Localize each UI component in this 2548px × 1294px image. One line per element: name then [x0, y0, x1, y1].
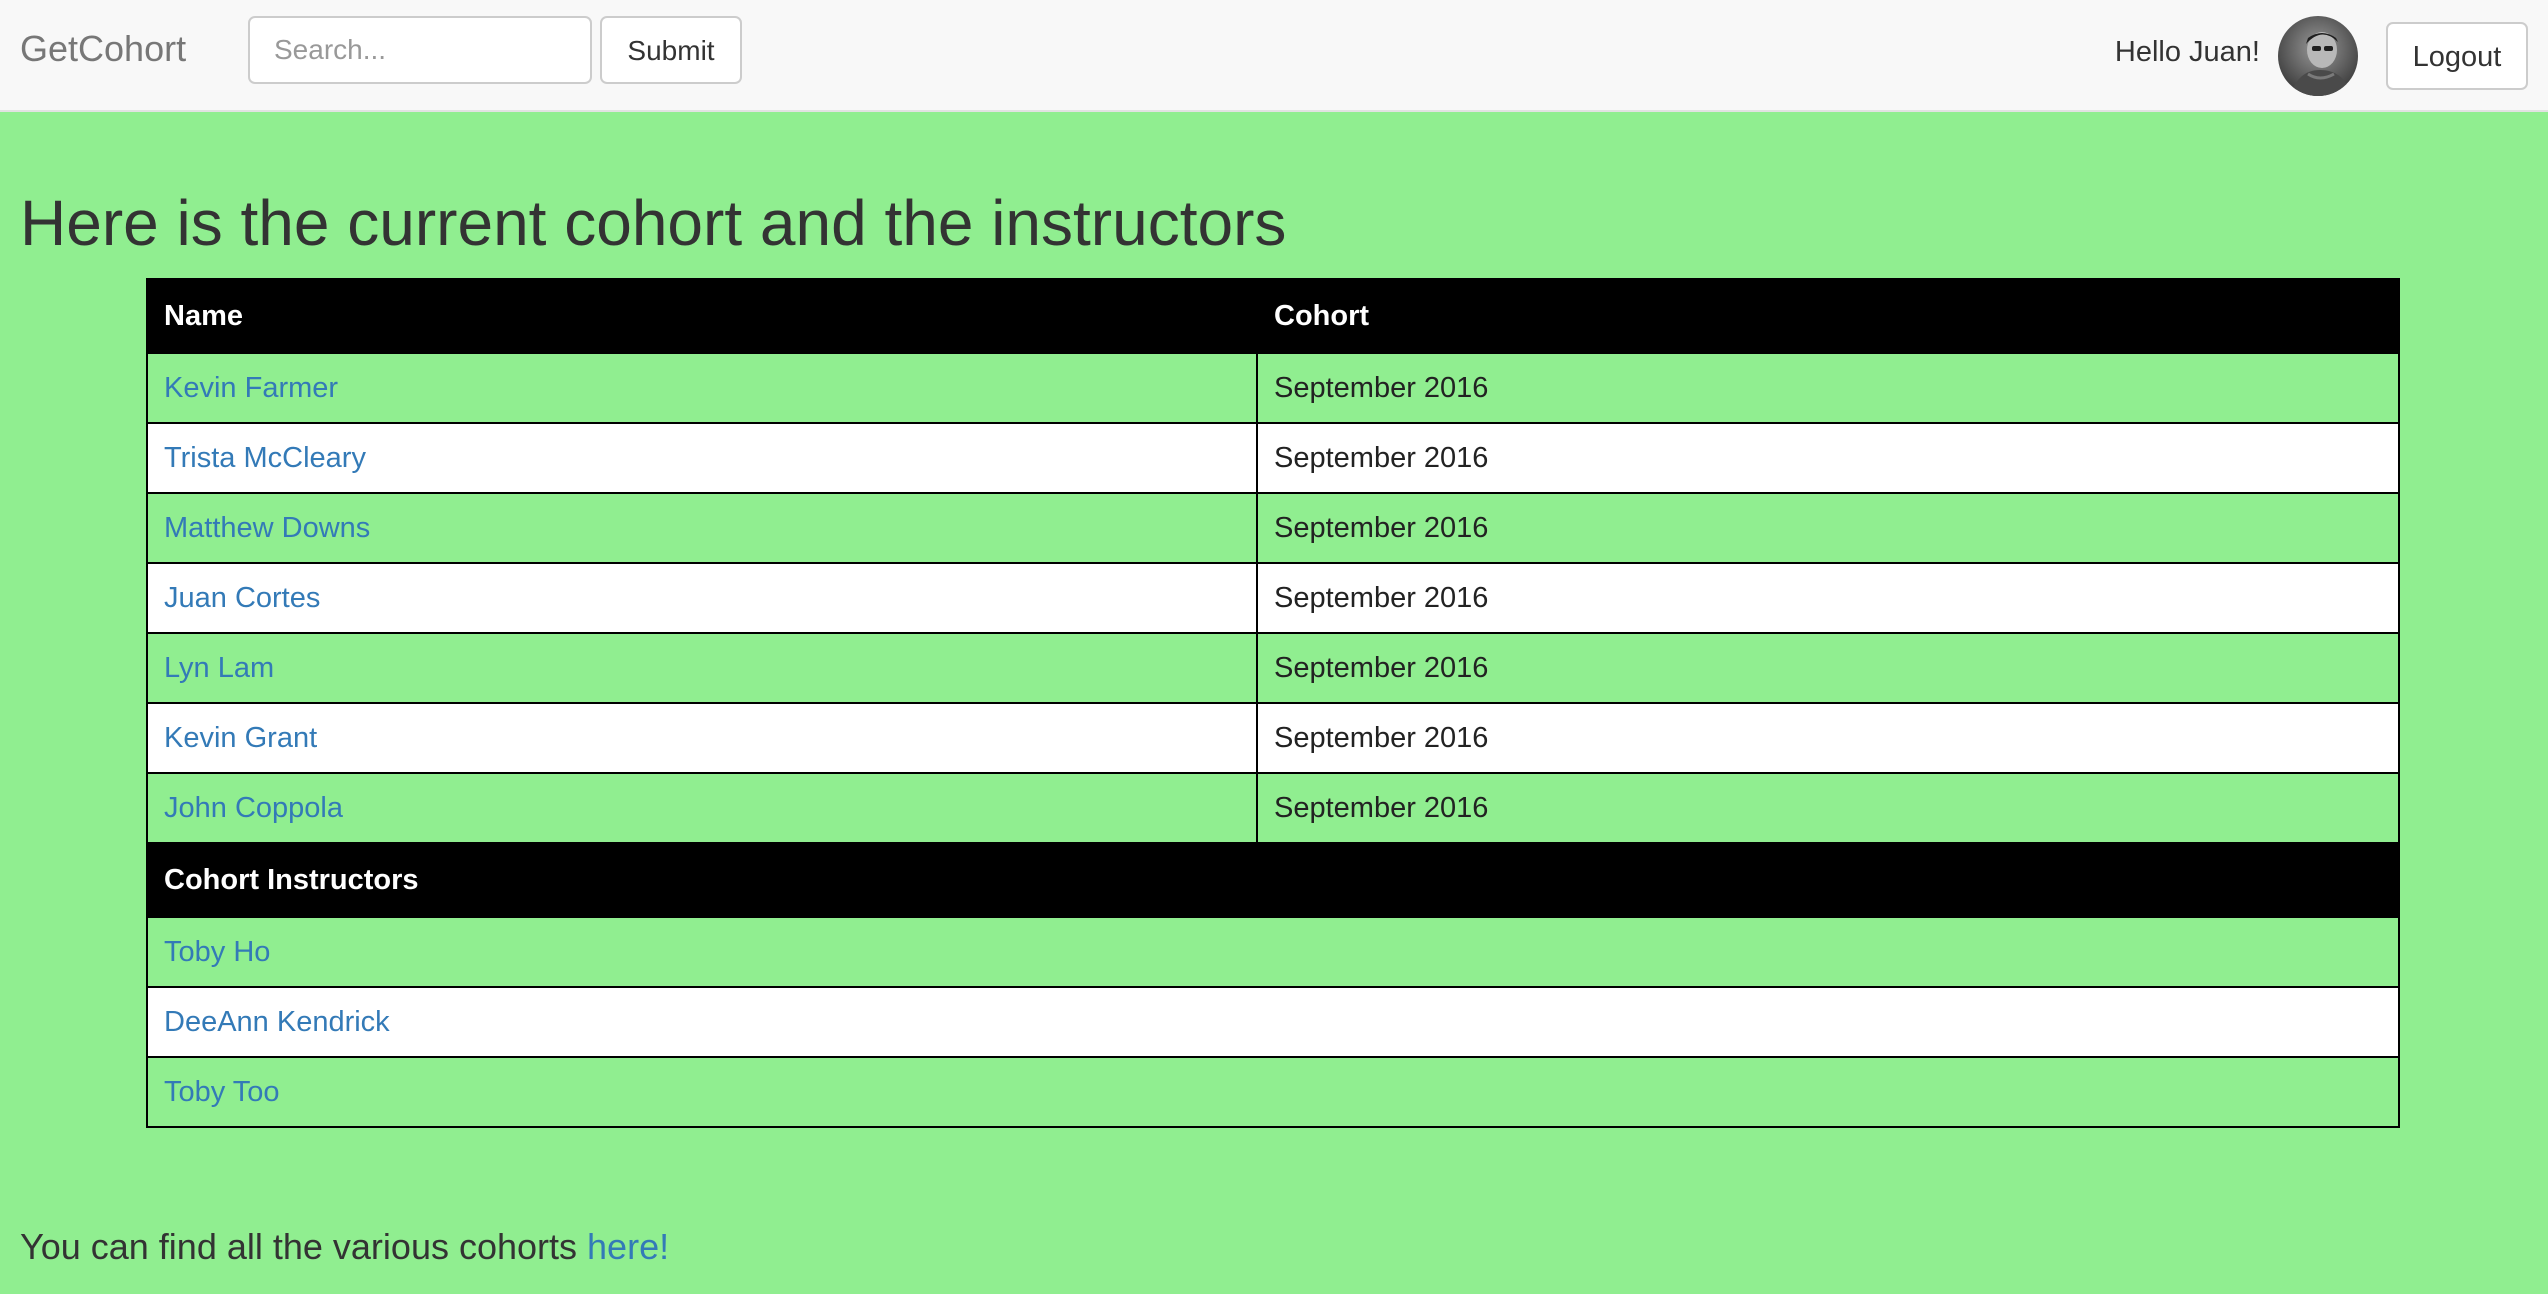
table-row: Kevin Grant September 2016: [146, 702, 2400, 774]
user-avatar: [2278, 16, 2358, 96]
student-name-cell: Juan Cortes: [146, 562, 1258, 634]
student-link[interactable]: Juan Cortes: [164, 582, 320, 614]
student-link[interactable]: Matthew Downs: [164, 512, 370, 544]
student-name-cell: Matthew Downs: [146, 492, 1258, 564]
instructor-link[interactable]: Toby Ho: [164, 936, 270, 968]
student-link[interactable]: Kevin Grant: [164, 722, 317, 754]
instructor-row: DeeAnn Kendrick: [146, 986, 2400, 1058]
avatar-photo-icon: [2278, 16, 2358, 96]
cohort-cell: September 2016: [1256, 632, 2400, 704]
instructor-row: Toby Too: [146, 1056, 2400, 1128]
footer-message: You can find all the various cohorts her…: [20, 1226, 669, 1268]
brand-link[interactable]: GetCohort: [20, 28, 186, 70]
instructor-cell: Toby Too: [146, 1056, 2400, 1128]
cohort-column-header: Cohort: [1256, 278, 2400, 354]
student-link[interactable]: Lyn Lam: [164, 652, 274, 684]
table-row: Matthew Downs September 2016: [146, 492, 2400, 564]
page-title: Here is the current cohort and the instr…: [20, 187, 1287, 259]
instructors-header: Cohort Instructors: [146, 842, 2400, 918]
cohort-table-container: Name Cohort Kevin Farmer September 2016 …: [146, 278, 2400, 1128]
table-row: Trista McCleary September 2016: [146, 422, 2400, 494]
student-name-cell: Trista McCleary: [146, 422, 1258, 494]
cohort-cell: September 2016: [1256, 492, 2400, 564]
navbar: GetCohort Submit Hello Juan! Logout: [0, 0, 2548, 112]
all-cohorts-link[interactable]: here!: [587, 1226, 669, 1267]
instructor-row: Toby Ho: [146, 916, 2400, 988]
student-name-cell: John Coppola: [146, 772, 1258, 844]
student-link[interactable]: John Coppola: [164, 792, 343, 824]
table-row: Lyn Lam September 2016: [146, 632, 2400, 704]
name-column-header: Name: [146, 278, 1258, 354]
cohort-cell: September 2016: [1256, 562, 2400, 634]
cohort-cell: September 2016: [1256, 772, 2400, 844]
cohort-table: Name Cohort Kevin Farmer September 2016 …: [146, 278, 2400, 1128]
logout-button[interactable]: Logout: [2386, 22, 2528, 90]
greeting-text: Hello Juan!: [2114, 36, 2260, 68]
student-name-cell: Kevin Farmer: [146, 352, 1258, 424]
footer-message-text: You can find all the various cohorts: [20, 1226, 588, 1267]
instructor-cell: Toby Ho: [146, 916, 2400, 988]
student-link[interactable]: Trista McCleary: [164, 442, 366, 474]
table-header-row: Name Cohort: [146, 278, 2400, 354]
instructor-link[interactable]: Toby Too: [164, 1076, 280, 1108]
table-row: Kevin Farmer September 2016: [146, 352, 2400, 424]
instructors-header-row: Cohort Instructors: [146, 842, 2400, 918]
table-row: John Coppola September 2016: [146, 772, 2400, 844]
submit-button[interactable]: Submit: [600, 16, 742, 84]
search-input[interactable]: [248, 16, 592, 84]
cohort-cell: September 2016: [1256, 422, 2400, 494]
student-link[interactable]: Kevin Farmer: [164, 372, 338, 404]
student-name-cell: Kevin Grant: [146, 702, 1258, 774]
instructor-cell: DeeAnn Kendrick: [146, 986, 2400, 1058]
cohort-cell: September 2016: [1256, 702, 2400, 774]
instructor-link[interactable]: DeeAnn Kendrick: [164, 1006, 390, 1038]
cohort-cell: September 2016: [1256, 352, 2400, 424]
student-name-cell: Lyn Lam: [146, 632, 1258, 704]
table-row: Juan Cortes September 2016: [146, 562, 2400, 634]
